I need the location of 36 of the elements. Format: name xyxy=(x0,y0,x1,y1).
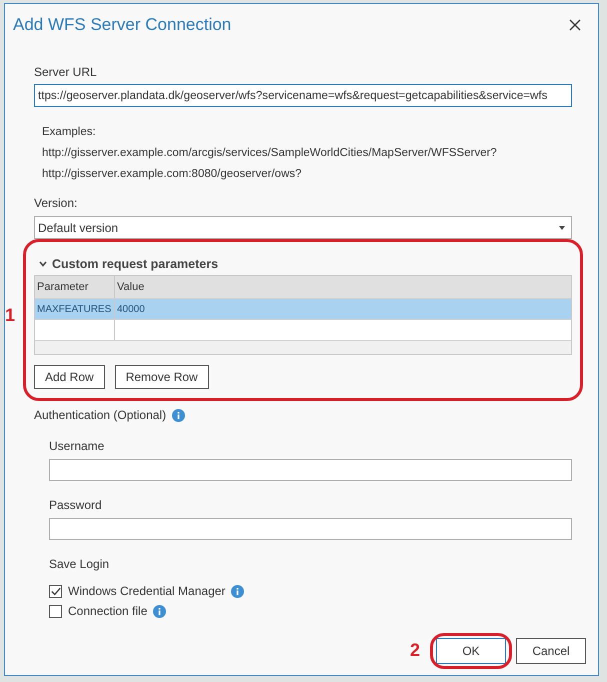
info-icon xyxy=(231,584,244,598)
url-field[interactable]: ttps://geoserver.plandata.dk/geoserver/wfs?servicename=wfs&request=getcapabilities&service=wfs xyxy=(34,84,572,107)
field-label: Version: xyxy=(34,196,78,210)
remove-row-button[interactable]: Remove Row xyxy=(114,365,209,389)
annotation-number: 1 xyxy=(5,305,16,326)
ok-button[interactable]: OK xyxy=(436,638,506,664)
chevron-icon xyxy=(39,261,47,267)
dropdown-caret-icon xyxy=(559,226,565,230)
checkbox[interactable] xyxy=(49,604,62,618)
add-row-button[interactable]: Add Row xyxy=(34,365,105,389)
table-row[interactable]: MAXFEATURES 40000 xyxy=(35,299,571,320)
window-title: Add WFS Server Connection xyxy=(13,15,232,35)
checkbox-label: Connection file xyxy=(68,604,148,618)
cancel-button[interactable]: Cancel xyxy=(516,638,586,664)
section-label: Save Login xyxy=(49,557,110,571)
version-dropdown[interactable]: Default version xyxy=(34,216,572,239)
checkbox[interactable] xyxy=(49,584,62,598)
text-field[interactable] xyxy=(49,459,572,481)
field-label: Server URL xyxy=(34,65,98,79)
table-cell-text: 40000 xyxy=(116,302,146,316)
info-icon xyxy=(153,604,166,618)
table-cell: MAXFEATURES xyxy=(35,299,115,319)
examples-label: Examples: xyxy=(42,125,97,140)
close-icon xyxy=(569,19,581,31)
text-field[interactable] xyxy=(49,518,572,540)
annotation-number: 2 xyxy=(410,640,420,661)
field-label: Password xyxy=(49,498,103,512)
checkbox-label: Windows Credential Manager xyxy=(68,584,226,598)
field-label: Username xyxy=(49,439,106,453)
info-icon xyxy=(172,408,186,422)
section-label: Authentication (Optional) xyxy=(34,408,166,422)
column-header: Parameter xyxy=(35,276,115,298)
section-toggle[interactable]: Custom request parameters xyxy=(34,253,572,275)
example-url: http://gisserver.example.com/arcgis/services/SampleWorldCities/MapServer/WFSServer? xyxy=(42,146,498,161)
example-url: http://gisserver.example.com:8080/geoserver/ows? xyxy=(42,167,303,182)
column-header: Value xyxy=(116,280,146,295)
